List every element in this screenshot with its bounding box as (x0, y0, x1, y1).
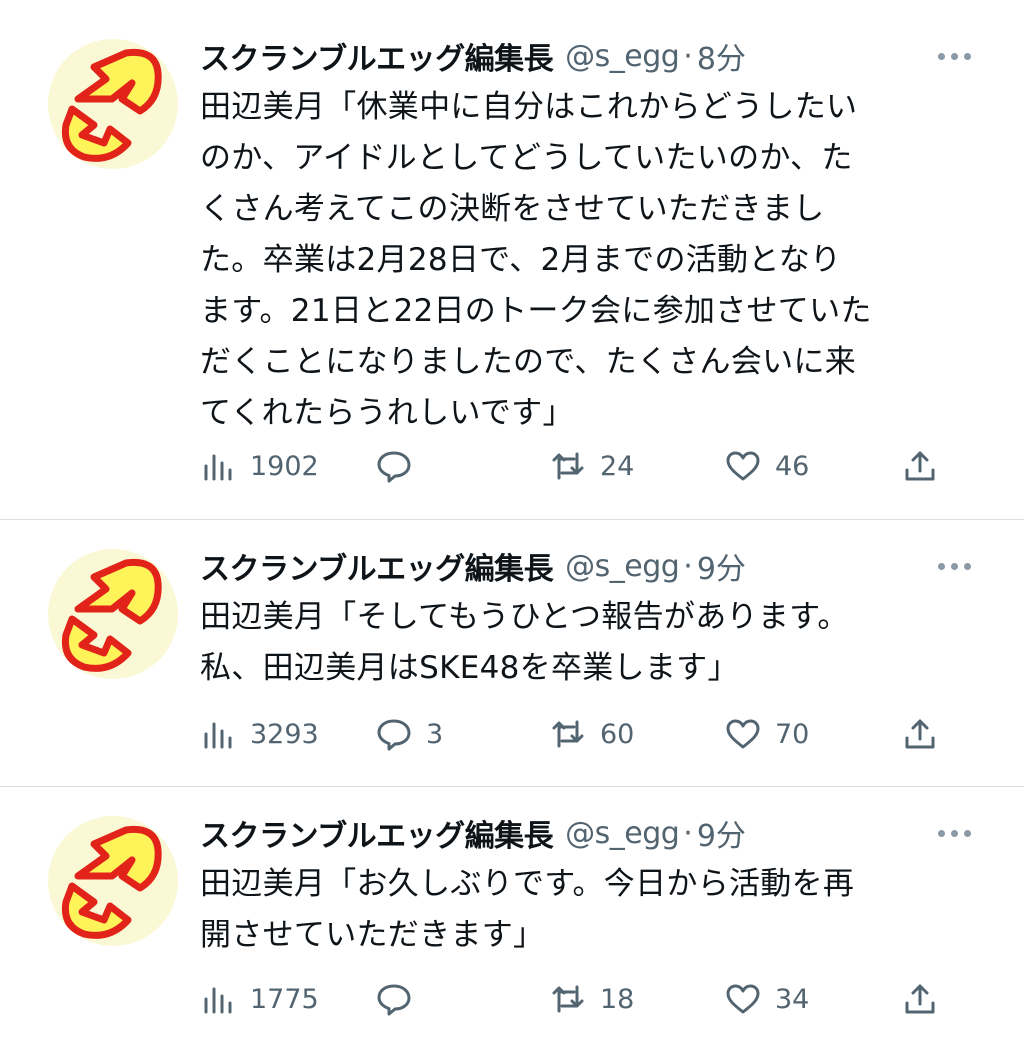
heart-icon (726, 451, 760, 481)
author-name[interactable]: スクランブルエッグ編集長 (200, 544, 554, 588)
reply-button[interactable] (376, 979, 426, 1019)
retweet-button[interactable]: 24 (550, 446, 634, 486)
retweets-count: 18 (600, 983, 635, 1015)
retweet-button[interactable]: 18 (550, 979, 634, 1019)
views-button[interactable]: 1902 (200, 446, 319, 486)
reply-speech-bubble-icon (377, 984, 411, 1016)
views-button[interactable]: 1775 (200, 979, 319, 1019)
views-button[interactable]: 3293 (200, 714, 319, 754)
retweets-count: 60 (600, 718, 635, 750)
retweet-button[interactable]: 60 (550, 714, 634, 754)
views-bar-chart-icon (204, 987, 232, 1014)
like-button[interactable]: 34 (725, 979, 809, 1019)
tweet-header: スクランブルエッグ編集長 @s_egg · 9分 (200, 544, 984, 588)
tweet-header: スクランブルエッグ編集長 @s_egg · 9分 (200, 811, 984, 855)
share-button[interactable] (902, 979, 938, 1019)
separator-dot: · (683, 548, 693, 584)
share-upload-icon (905, 451, 935, 481)
views-bar-chart-icon (204, 722, 232, 749)
tweet[interactable]: スクランブルエッグ編集長 @s_egg · 8分 田辺美月「休業中に自分はこれか… (0, 0, 1024, 519)
heart-icon (726, 719, 760, 749)
avatar[interactable] (48, 39, 178, 169)
tweet-actions: 1775 18 34 (200, 979, 960, 1019)
views-count: 3293 (250, 718, 319, 750)
retweets-count: 24 (600, 450, 635, 482)
tweet-text: 田辺美月「お久しぶりです。今日から活動を再 開させていただきます」 (200, 866, 855, 953)
scrambled-egg-logo-icon (61, 48, 162, 162)
like-button[interactable]: 70 (725, 714, 809, 754)
reply-button[interactable] (376, 446, 426, 486)
avatar[interactable] (48, 816, 178, 946)
likes-count: 46 (775, 450, 810, 482)
share-button[interactable] (902, 714, 938, 754)
views-bar-chart-icon (204, 454, 232, 481)
reply-speech-bubble-icon (377, 719, 411, 751)
timestamp[interactable]: 8分 (697, 34, 746, 78)
separator-dot: · (683, 815, 693, 851)
more-options-icon[interactable] (938, 560, 974, 572)
views-count: 1775 (250, 983, 319, 1015)
more-options-icon[interactable] (938, 827, 974, 839)
author-name[interactable]: スクランブルエッグ編集長 (200, 34, 554, 78)
author-handle[interactable]: @s_egg (565, 39, 680, 74)
timeline-feed: スクランブルエッグ編集長 @s_egg · 8分 田辺美月「休業中に自分はこれか… (0, 0, 1024, 1044)
more-options-icon[interactable] (938, 50, 974, 62)
tweet-text: 田辺美月「休業中に自分はこれからどうしたい のか、アイドルとしてどうしていたいの… (200, 89, 872, 431)
heart-icon (726, 984, 760, 1014)
separator-dot: · (683, 38, 693, 74)
views-count: 1902 (250, 450, 319, 482)
scrambled-egg-logo-icon (61, 825, 162, 939)
share-upload-icon (905, 719, 935, 749)
retweet-icon (552, 720, 584, 748)
avatar[interactable] (48, 549, 178, 679)
tweet-header: スクランブルエッグ編集長 @s_egg · 8分 (200, 34, 984, 78)
author-name[interactable]: スクランブルエッグ編集長 (200, 811, 554, 855)
tweet[interactable]: スクランブルエッグ編集長 @s_egg · 9分 田辺美月「お久しぶりです。今日… (0, 787, 1024, 1044)
tweet-text: 田辺美月「そしてもうひとつ報告があります。 私、田辺美月はSKE48を卒業します… (200, 599, 849, 686)
author-handle[interactable]: @s_egg (565, 549, 680, 584)
likes-count: 70 (775, 718, 810, 750)
tweet-actions: 3293 3 60 70 (200, 714, 960, 754)
scrambled-egg-logo-icon (61, 558, 162, 672)
reply-speech-bubble-icon (377, 451, 411, 483)
share-upload-icon (905, 984, 935, 1014)
timestamp[interactable]: 9分 (697, 544, 746, 588)
author-handle[interactable]: @s_egg (565, 816, 680, 851)
retweet-icon (552, 452, 584, 480)
tweet[interactable]: スクランブルエッグ編集長 @s_egg · 9分 田辺美月「そしてもうひとつ報告… (0, 520, 1024, 786)
share-button[interactable] (902, 446, 938, 486)
retweet-icon (552, 985, 584, 1013)
tweet-actions: 1902 24 46 (200, 446, 960, 486)
replies-count: 3 (426, 718, 444, 750)
timestamp[interactable]: 9分 (697, 811, 746, 855)
like-button[interactable]: 46 (725, 446, 809, 486)
likes-count: 34 (775, 983, 810, 1015)
reply-button[interactable]: 3 (376, 714, 443, 754)
